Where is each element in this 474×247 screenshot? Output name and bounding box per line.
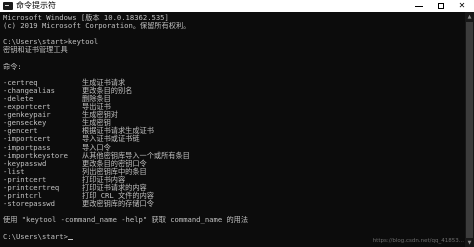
scroll-thumb[interactable] bbox=[466, 22, 473, 238]
prompt-command-line: C:\Users\start>keytool bbox=[3, 38, 99, 47]
command-row: -delete 删除条目 bbox=[3, 94, 461, 103]
command-row: -certreq 生成证书请求 bbox=[3, 78, 461, 87]
scroll-down-arrow-icon[interactable]: ▼ bbox=[465, 238, 474, 247]
command-row: -importkeystore 从其他密钥库导入一个或所有条目 bbox=[3, 151, 461, 160]
command-row: -changealias 更改条目的别名 bbox=[3, 86, 461, 95]
minimize-icon bbox=[415, 5, 423, 7]
command-row: -list 列出密钥库中的条目 bbox=[3, 167, 461, 176]
tool-description: 密钥和证书管理工具 bbox=[3, 46, 68, 55]
command-row: -printcrl 打印 CRL 文件的内容 bbox=[3, 191, 461, 200]
command-row: -genkeypair 生成密钥对 bbox=[3, 111, 461, 119]
maximize-icon bbox=[438, 3, 444, 9]
command-row: -importcert 导入证书或证书链 bbox=[3, 135, 461, 143]
watermark-url: https://blog.csdn.net/qq_41853... bbox=[372, 238, 464, 244]
command-row: -genseckey 生成密钥 bbox=[3, 119, 461, 127]
close-icon: ✕ bbox=[458, 1, 466, 10]
close-button[interactable]: ✕ bbox=[452, 0, 472, 12]
command-row: -gencert 根据证书请求生成证书 bbox=[3, 127, 461, 135]
prompt-text: C:\Users\start> bbox=[3, 231, 68, 241]
maximize-button[interactable] bbox=[431, 0, 451, 12]
commands-heading: 命令: bbox=[3, 62, 22, 71]
command-name: -storepasswd bbox=[3, 199, 55, 209]
console-line: (c) 2019 Microsoft Corporation。保留所有权利。 bbox=[3, 22, 191, 31]
window-title: 命令提示符 bbox=[16, 1, 56, 10]
cmd-app-icon bbox=[3, 2, 13, 10]
command-prompt-window: 命令提示符 ✕ Microsoft Windows [版本 10.0.18362… bbox=[0, 0, 474, 247]
command-row: -storepasswd 更改密钥库的存储口令 bbox=[3, 200, 461, 208]
scroll-up-arrow-icon[interactable]: ▲ bbox=[465, 12, 474, 21]
minimize-button[interactable] bbox=[409, 0, 429, 12]
text-cursor bbox=[67, 238, 73, 240]
title-bar[interactable]: 命令提示符 ✕ bbox=[0, 0, 474, 12]
command-row: -printcertreq 打印证书请求的内容 bbox=[3, 183, 461, 192]
command-row: -printcert 打印证书内容 bbox=[3, 175, 461, 184]
console-line: Microsoft Windows [版本 10.0.18362.535] bbox=[3, 14, 169, 22]
command-row: -exportcert 导出证书 bbox=[3, 102, 461, 111]
command-row: -importpass 导入口令 bbox=[3, 143, 461, 152]
command-row: -keypasswd 更改条目的密钥口令 bbox=[3, 159, 461, 168]
usage-hint: 使用 "keytool -command_name -help" 获取 comm… bbox=[3, 216, 249, 225]
vertical-scrollbar[interactable]: ▲ ▼ bbox=[465, 12, 474, 247]
command-description: 更改密钥库的存储口令 bbox=[82, 199, 154, 209]
console-output[interactable]: Microsoft Windows [版本 10.0.18362.535] (c… bbox=[3, 14, 461, 247]
